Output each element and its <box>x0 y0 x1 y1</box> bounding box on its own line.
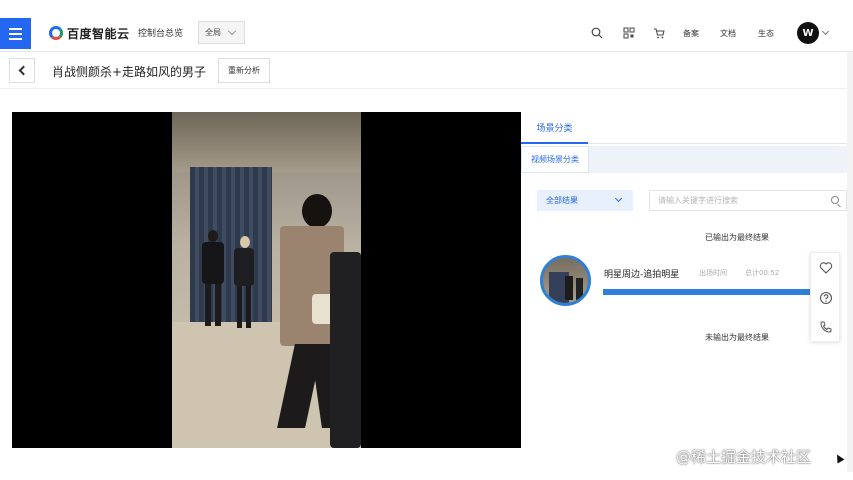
keyword-search-input[interactable]: 请输入关键字进行搜索 <box>649 190 847 211</box>
menu-bar-icon <box>9 27 22 30</box>
back-button[interactable] <box>9 58 35 83</box>
brand-logo-icon <box>49 26 63 40</box>
result-timeline-bar[interactable] <box>603 289 810 295</box>
help-icon[interactable] <box>819 291 833 305</box>
video-frame <box>172 112 361 448</box>
floating-action-bar <box>810 252 840 342</box>
console-overview-link[interactable]: 控制台总览 <box>138 26 183 39</box>
menu-bar-icon <box>9 37 22 40</box>
search-icon[interactable] <box>591 27 603 39</box>
result-time-value: 总计00:52 <box>745 269 780 277</box>
filter-value: 全部结果 <box>546 196 578 205</box>
brand-name: 百度智能云 <box>67 26 130 41</box>
menu-button[interactable] <box>0 18 31 49</box>
result-thumbnail <box>540 255 591 306</box>
page-scrollbar[interactable] <box>847 52 853 472</box>
search-icon[interactable] <box>831 196 839 204</box>
sub-header: 肖战侧颜杀+走路如风的男子 重新分析 <box>0 53 853 89</box>
output-section-label: 已输出为最终结果 <box>705 233 769 242</box>
result-timeline-fill <box>603 289 810 295</box>
nav-link-filing[interactable]: 备案 <box>683 28 699 39</box>
region-value: 全局 <box>205 28 221 37</box>
page: 百度智能云 控制台总览 全局 备案 文档 生态 W 肖战侧颜杀+走路如风的男子 … <box>0 0 853 480</box>
reanalyze-button[interactable]: 重新分析 <box>218 58 270 83</box>
phone-icon[interactable] <box>819 320 833 334</box>
mouse-cursor-icon <box>833 452 845 464</box>
subtab-video-scene[interactable]: 视频场景分类 <box>521 146 589 173</box>
chevron-left-icon <box>18 65 29 76</box>
nav-link-ecosystem[interactable]: 生态 <box>758 28 774 39</box>
video-ceiling <box>172 112 361 172</box>
nav-link-docs[interactable]: 文档 <box>720 28 736 39</box>
chevron-down-icon[interactable] <box>821 27 830 36</box>
video-player[interactable] <box>12 112 521 448</box>
tab-scene-classification[interactable]: 场景分类 <box>521 112 588 144</box>
result-filter-select[interactable]: 全部结果 <box>537 190 633 211</box>
menu-bar-icon <box>9 32 22 35</box>
brand-logo[interactable]: 百度智能云 <box>49 24 130 42</box>
result-item[interactable]: 明星周边-追拍明星 出场时间 总计00:52 <box>540 255 810 307</box>
region-select[interactable]: 全局 <box>198 21 245 44</box>
chevron-down-icon <box>227 26 237 36</box>
user-avatar[interactable]: W <box>797 22 819 44</box>
chevron-down-icon <box>614 194 623 203</box>
panel-tabs: 场景分类 <box>521 112 848 144</box>
cart-icon[interactable] <box>653 27 665 39</box>
search-placeholder: 请输入关键字进行搜索 <box>658 196 738 205</box>
not-output-section-label: 未输出为最终结果 <box>705 333 769 342</box>
page-title: 肖战侧颜杀+走路如风的男子 <box>52 65 207 79</box>
qrcode-icon[interactable] <box>623 27 635 39</box>
top-nav: 百度智能云 控制台总览 全局 备案 文档 生态 W <box>0 0 853 52</box>
subtab-row: 视频场景分类 <box>521 146 848 173</box>
result-title: 明星周边-追拍明星 <box>604 270 680 280</box>
watermark: @稀土掘金技术社区 <box>676 448 812 466</box>
result-time-label: 出场时间 <box>699 269 727 277</box>
heart-icon[interactable] <box>819 261 833 275</box>
